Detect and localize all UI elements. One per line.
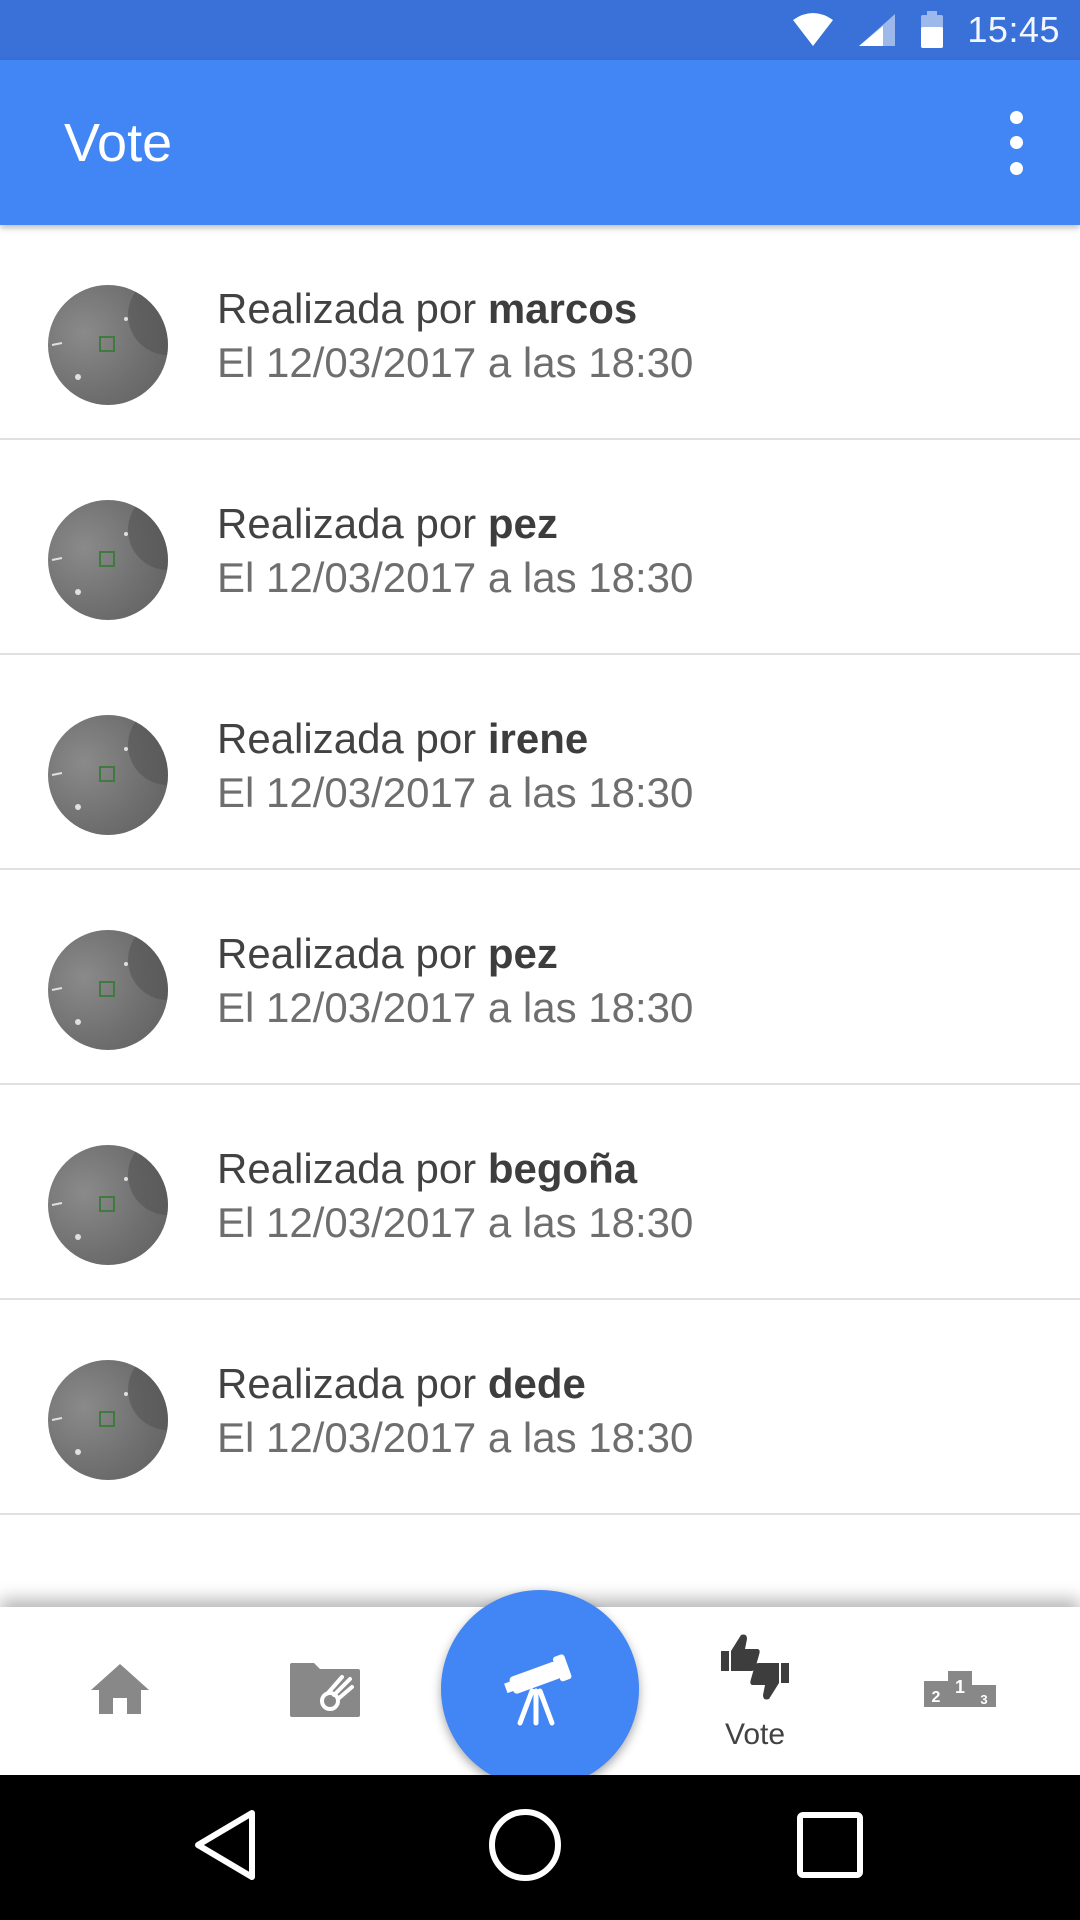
author-name: marcos bbox=[487, 285, 638, 332]
overflow-menu-icon[interactable] bbox=[992, 107, 1040, 179]
home-circle-icon bbox=[487, 1807, 563, 1888]
podium-number: 1 bbox=[955, 1677, 965, 1697]
item-text: Realizada por irene El 12/03/2017 a las … bbox=[217, 713, 693, 821]
home-icon bbox=[89, 1662, 151, 1721]
ranking-podium-icon: 2 1 3 bbox=[922, 1669, 998, 1714]
author-line: Realizada por dede bbox=[217, 1358, 693, 1410]
author-prefix: Realizada por bbox=[217, 930, 488, 977]
menu-dot bbox=[1009, 136, 1023, 149]
gallery-folder-icon bbox=[288, 1659, 362, 1724]
author-line: Realizada por pez bbox=[217, 928, 693, 980]
home-button[interactable] bbox=[455, 1775, 595, 1920]
date-line: El 12/03/2017 a las 18:30 bbox=[217, 554, 694, 601]
avatar bbox=[48, 715, 168, 835]
telescope-fab[interactable] bbox=[441, 1590, 639, 1788]
podium-number: 3 bbox=[980, 1692, 987, 1707]
status-bar: 15:45 bbox=[0, 0, 1080, 60]
thumbs-vote-icon bbox=[717, 1631, 793, 1708]
nav-vote-label: Vote bbox=[724, 1717, 786, 1751]
author-prefix: Realizada por bbox=[217, 1145, 488, 1192]
app-bar: Vote bbox=[0, 60, 1080, 225]
menu-dot bbox=[1009, 110, 1023, 124]
nav-gallery[interactable] bbox=[265, 1607, 385, 1775]
recent-apps-button[interactable] bbox=[760, 1775, 900, 1920]
author-prefix: Realizada por bbox=[217, 1360, 488, 1407]
nav-home[interactable] bbox=[60, 1607, 180, 1775]
nav-ranking[interactable]: 2 1 3 bbox=[900, 1607, 1020, 1775]
author-prefix: Realizada por bbox=[217, 500, 488, 547]
avatar bbox=[48, 930, 168, 1050]
menu-dot bbox=[1009, 161, 1023, 175]
avatar bbox=[48, 500, 168, 620]
observation-list: Realizada por marcos El 12/03/2017 a las… bbox=[0, 225, 1080, 1515]
author-prefix: Realizada por bbox=[217, 285, 488, 332]
list-item[interactable]: Realizada por begoña El 12/03/2017 a las… bbox=[0, 1085, 1080, 1300]
date-line: El 12/03/2017 a las 18:30 bbox=[217, 339, 694, 386]
page-title: Vote bbox=[64, 112, 173, 173]
vote-screen: 15:45 Vote Realizada por marcos El 12/03… bbox=[0, 0, 1080, 1920]
author-line: Realizada por irene bbox=[217, 713, 693, 765]
avatar bbox=[48, 1360, 168, 1480]
author-name: begoña bbox=[487, 1145, 638, 1192]
signal-icon bbox=[857, 12, 897, 48]
nav-vote[interactable]: Vote bbox=[690, 1607, 820, 1775]
item-text: Realizada por dede El 12/03/2017 a las 1… bbox=[217, 1358, 693, 1466]
date-line: El 12/03/2017 a las 18:30 bbox=[217, 984, 694, 1031]
author-prefix: Realizada por bbox=[217, 715, 488, 762]
date-line: El 12/03/2017 a las 18:30 bbox=[217, 1199, 694, 1246]
status-time: 15:45 bbox=[967, 9, 1060, 50]
battery-icon bbox=[919, 11, 945, 49]
recent-apps-icon bbox=[795, 1810, 865, 1885]
system-navigation bbox=[0, 1775, 1080, 1920]
list-item[interactable]: Realizada por marcos El 12/03/2017 a las… bbox=[0, 225, 1080, 440]
date-line: El 12/03/2017 a las 18:30 bbox=[217, 769, 694, 816]
author-line: Realizada por marcos bbox=[217, 283, 693, 335]
avatar bbox=[48, 1145, 168, 1265]
author-line: Realizada por begoña bbox=[217, 1143, 693, 1195]
item-text: Realizada por begoña El 12/03/2017 a las… bbox=[217, 1143, 693, 1251]
author-name: dede bbox=[487, 1360, 586, 1407]
author-line: Realizada por pez bbox=[217, 498, 693, 550]
author-name: pez bbox=[487, 500, 558, 547]
author-name: irene bbox=[487, 715, 589, 762]
list-item[interactable]: Realizada por pez El 12/03/2017 a las 18… bbox=[0, 870, 1080, 1085]
list-item[interactable]: Realizada por irene El 12/03/2017 a las … bbox=[0, 655, 1080, 870]
item-text: Realizada por pez El 12/03/2017 a las 18… bbox=[217, 928, 693, 1036]
date-line: El 12/03/2017 a las 18:30 bbox=[217, 1414, 694, 1461]
telescope-icon bbox=[500, 1647, 580, 1732]
wifi-icon bbox=[791, 12, 835, 48]
podium-number: 2 bbox=[932, 1689, 941, 1706]
back-button[interactable] bbox=[155, 1775, 295, 1920]
author-name: pez bbox=[487, 930, 558, 977]
item-text: Realizada por marcos El 12/03/2017 a las… bbox=[217, 283, 693, 391]
back-icon bbox=[190, 1807, 260, 1888]
list-item[interactable]: Realizada por pez El 12/03/2017 a las 18… bbox=[0, 440, 1080, 655]
list-item[interactable]: Realizada por dede El 12/03/2017 a las 1… bbox=[0, 1300, 1080, 1515]
item-text: Realizada por pez El 12/03/2017 a las 18… bbox=[217, 498, 693, 606]
avatar bbox=[48, 285, 168, 405]
